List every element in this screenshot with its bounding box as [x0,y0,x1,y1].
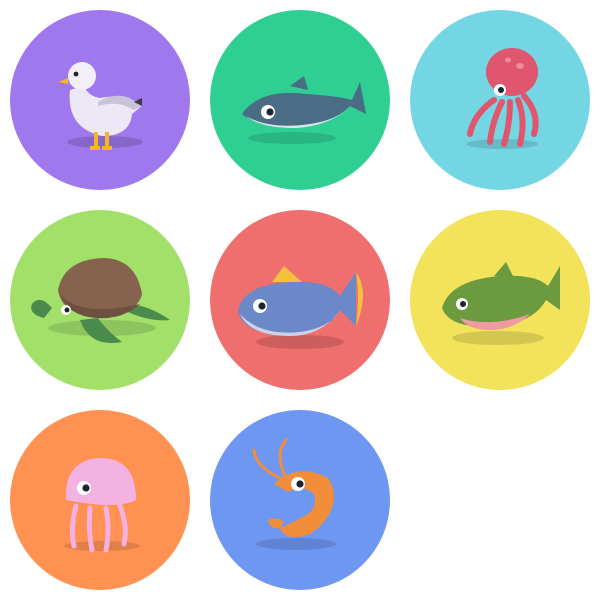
seagull-icon [58,62,143,150]
jellyfish-icon [64,458,140,553]
animal-icon-grid [0,0,600,600]
octopus-icon [466,48,539,149]
sea-turtle-icon [31,258,170,344]
trout-tile [410,210,590,390]
octopus-tile [410,10,590,190]
shrimp-tile [210,410,390,590]
shrimp-icon [252,438,336,550]
seagull-tile [10,10,190,190]
tuna-tile [210,210,390,390]
jellyfish-tile [10,410,190,590]
trout-icon [442,262,560,345]
sea-turtle-tile [10,210,190,390]
tuna-icon [238,266,363,349]
sardine-tile [210,10,390,190]
sardine-icon [242,76,366,144]
